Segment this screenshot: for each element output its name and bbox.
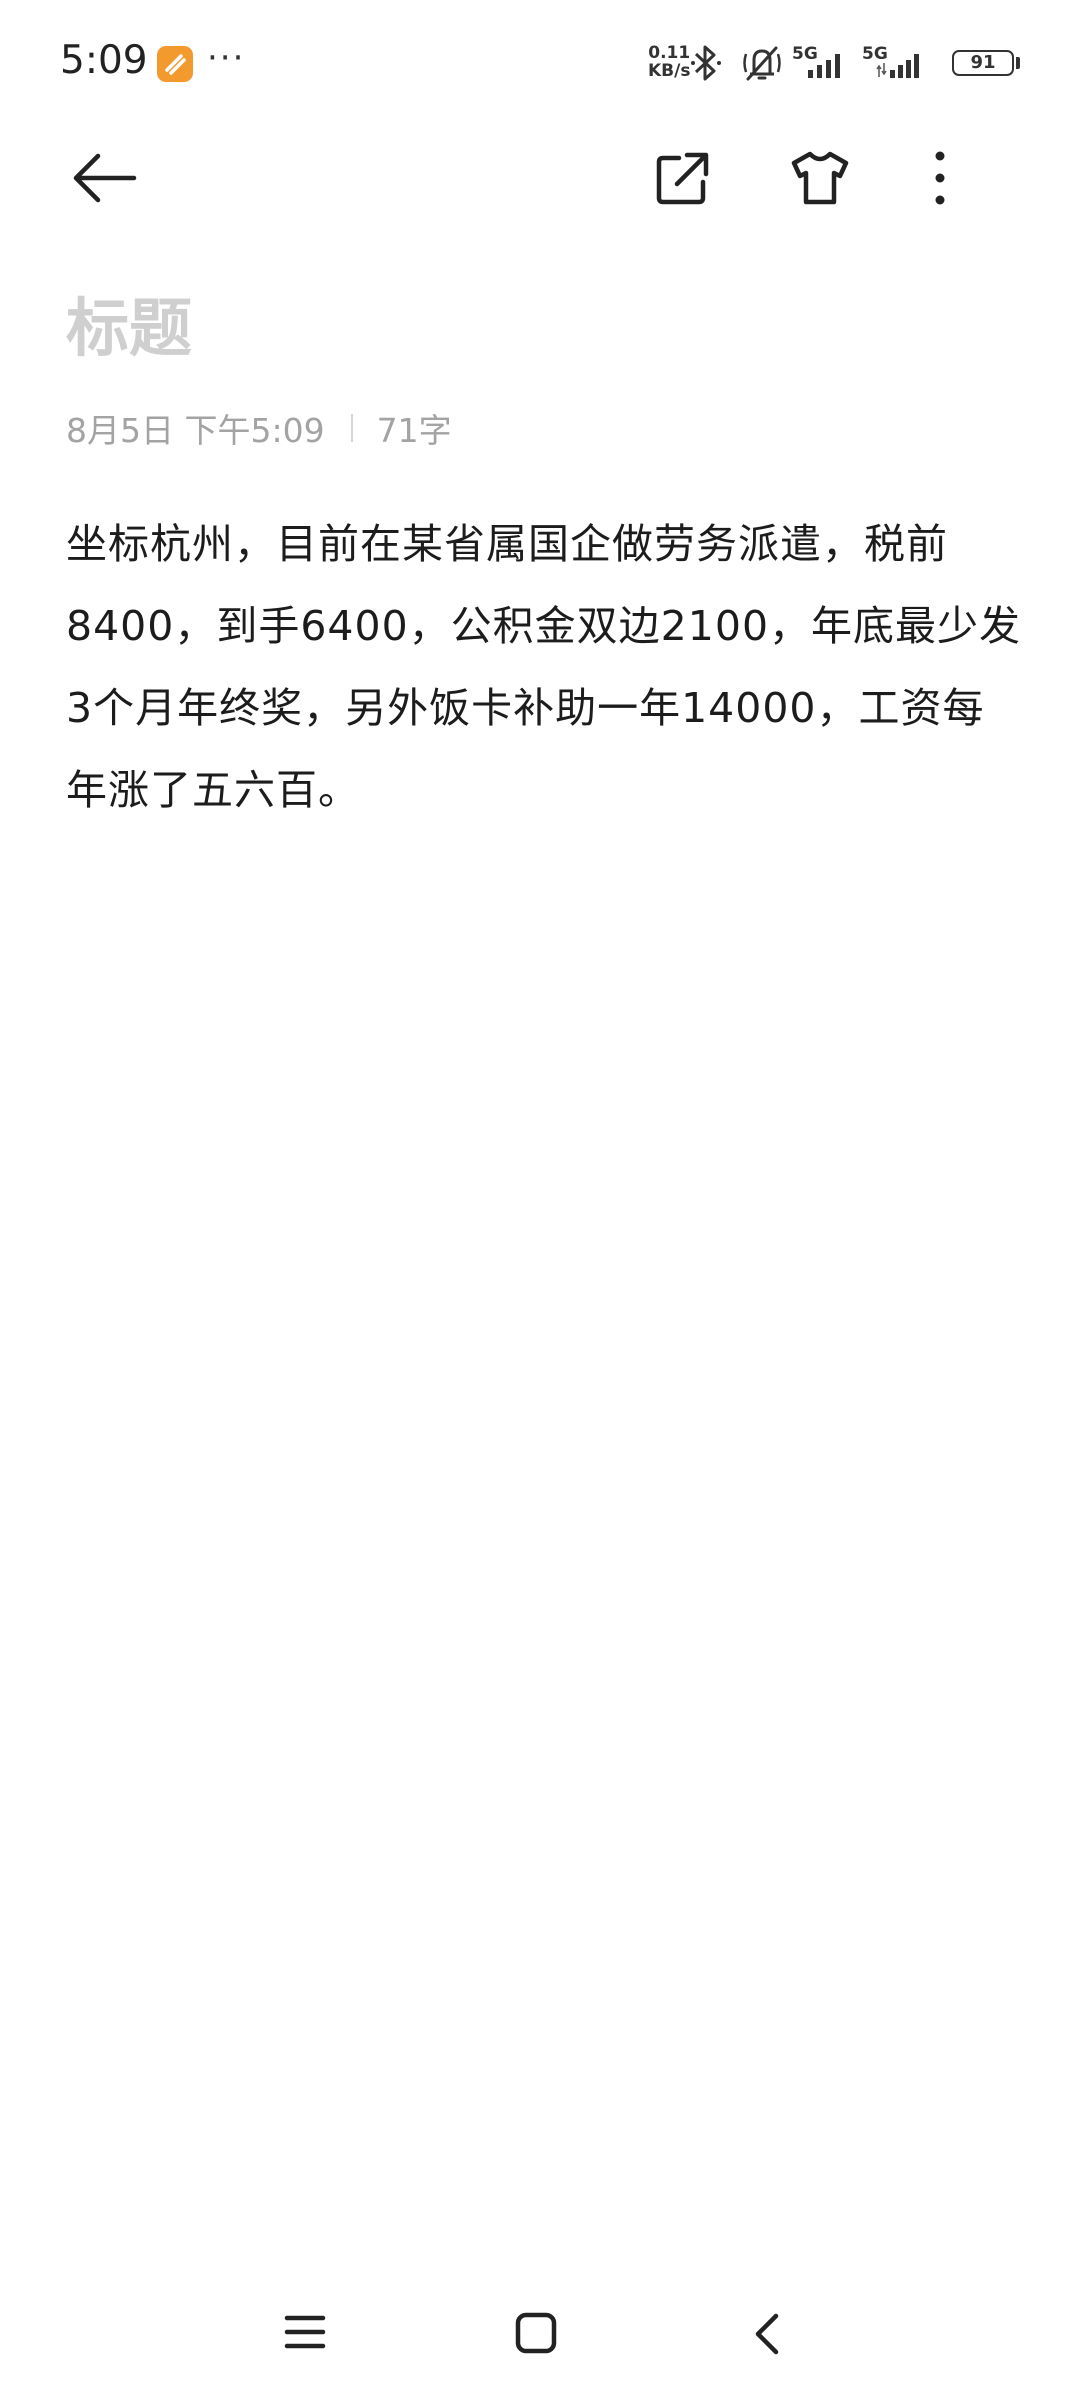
back-icon[interactable] <box>752 2312 782 2360</box>
note-title-input[interactable]: 标题 <box>66 278 192 369</box>
app-badge-icon <box>157 46 193 82</box>
note-meta: 8月5日 下午5:09 71字 <box>66 404 452 452</box>
status-bar: 5:09 ··· 0.11 KB/s 5G 5G 91 <box>0 0 1080 120</box>
note-editor-screen: 5:09 ··· 0.11 KB/s 5G 5G 91 标题 8月5日 下午5:… <box>0 0 1080 2403</box>
status-time: 5:09 <box>60 38 148 83</box>
shirt-icon[interactable] <box>790 150 850 210</box>
note-body-text[interactable]: 坐标杭州，目前在某省属国企做劳务派遣，税前8400，到手6400，公积金双边21… <box>66 503 1026 831</box>
signal-icon <box>806 50 846 84</box>
more-vertical-icon[interactable] <box>930 150 950 210</box>
network-speed-value: 0.11 <box>648 43 691 63</box>
note-date: 8月5日 下午5:09 <box>66 411 325 450</box>
battery-tip <box>1016 57 1020 69</box>
home-icon[interactable] <box>515 2312 557 2358</box>
note-char-count: 71字 <box>376 411 452 450</box>
network-speed-unit: KB/s <box>648 61 691 81</box>
signal-icon <box>876 50 926 84</box>
more-notifications-icon: ··· <box>207 38 246 78</box>
share-icon[interactable] <box>655 150 711 210</box>
mute-icon <box>740 44 784 86</box>
network-speed: 0.11 KB/s <box>648 44 690 80</box>
battery-icon: 91 <box>952 50 1014 76</box>
meta-divider <box>350 414 353 442</box>
back-arrow-icon[interactable] <box>72 150 138 210</box>
menu-icon[interactable] <box>284 2312 326 2356</box>
bluetooth-icon <box>690 44 722 86</box>
